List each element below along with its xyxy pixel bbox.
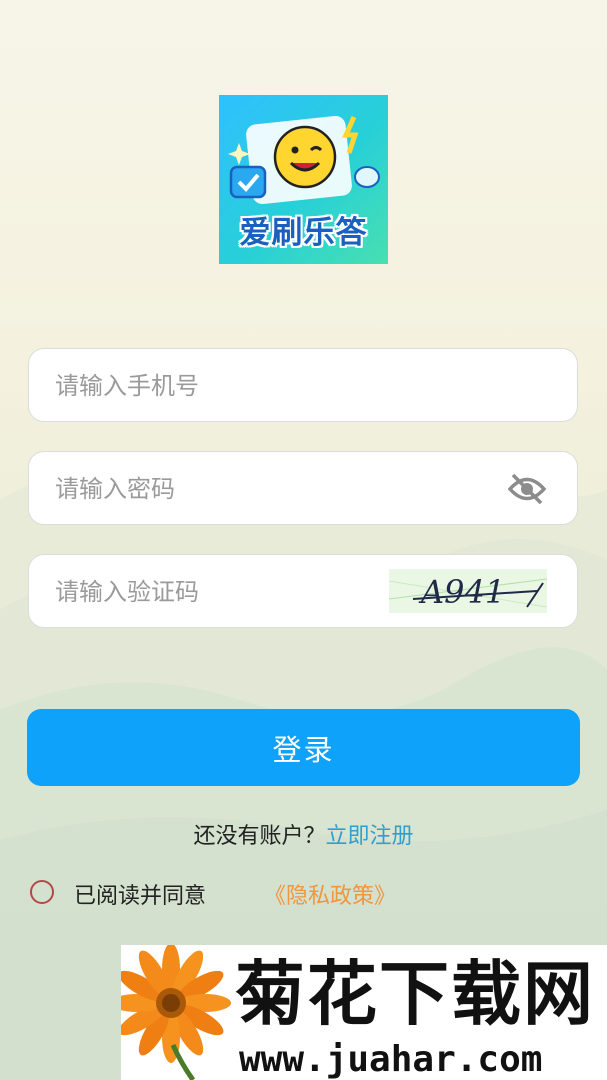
captcha-text: A941 [418,573,505,611]
agreement-text: 已阅读并同意 [74,884,207,909]
register-prompt: 还没有账户？ [193,824,326,849]
phone-field[interactable] [28,348,578,423]
flower-logo-icon [121,945,231,1080]
watermark-title: 菊花下载网 [235,953,595,1035]
phone-input[interactable] [53,349,397,423]
password-field[interactable] [28,451,578,526]
captcha-field[interactable]: A941 [28,554,578,629]
eye-off-icon[interactable] [507,472,547,506]
watermark-banner: 菊花下载网 www.juahar.com [121,945,607,1080]
captcha-image[interactable]: A941 [389,569,547,613]
watermark-url: www.juahar.com [239,1039,543,1080]
login-button[interactable]: 登录 [27,709,580,786]
app-logo: 爱刷乐答 [219,95,388,264]
password-input[interactable] [53,452,397,526]
privacy-policy-link[interactable]: 《隐私政策》 [264,878,396,910]
app-logo-text: 爱刷乐答 [239,215,368,251]
register-link[interactable]: 立即注册 [326,824,414,849]
register-row: 还没有账户？立即注册 [0,818,607,850]
captcha-input[interactable] [53,555,397,629]
agreement-radio[interactable] [30,880,54,904]
